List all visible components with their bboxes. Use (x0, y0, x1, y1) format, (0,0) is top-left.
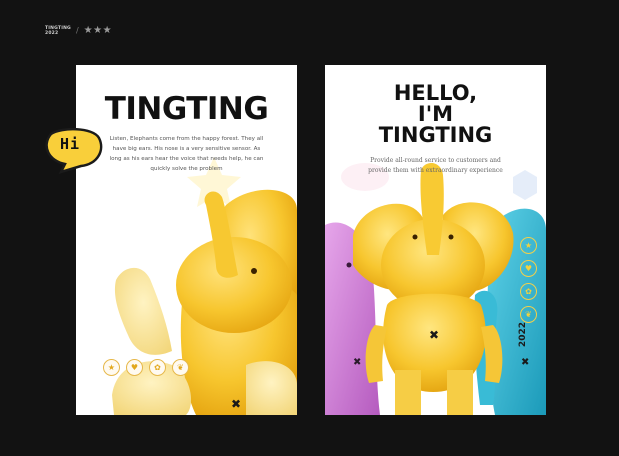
title-line: TINGTING (378, 123, 493, 147)
star-icon: ★ (520, 237, 537, 254)
heart-icon: ♥ (126, 359, 143, 376)
title-line: I'M (417, 102, 454, 126)
title-line: HELLO, (393, 81, 478, 105)
poster-right: ✖ ✖ ✖ HELLO, I'M TINGTING Provide all-ro… (325, 65, 546, 415)
brand-stars-icon: ★★★ (83, 25, 113, 36)
butterfly-icon: ❦ (172, 359, 189, 376)
brand-text: TINGTING 2022 (45, 26, 71, 36)
brand-year: 2022 (45, 30, 59, 36)
description-text: Provide all-round service to customers a… (368, 157, 503, 174)
svg-text:✖: ✖ (231, 397, 241, 411)
svg-text:✖: ✖ (429, 328, 439, 342)
feature-icons-vertical: ★ ♥ ✿ ❦ (520, 237, 537, 323)
svg-text:✖: ✖ (353, 357, 361, 368)
year-label: 2022 (518, 322, 528, 348)
brand-mark: TINGTING 2022 / ★★★ (45, 25, 112, 36)
brand-name: TINGTING (45, 25, 71, 31)
flower-icon: ✿ (520, 283, 537, 300)
bubble-text: Hi (59, 135, 81, 153)
poster-left: ✖ TINGTING Listen, Elephants come from t… (76, 65, 297, 415)
flower-icon: ✿ (149, 359, 166, 376)
page-title: HELLO, I'M TINGTING (325, 83, 546, 146)
svg-text:✖: ✖ (521, 357, 529, 368)
star-icon: ★ (103, 359, 120, 376)
brand-separator: / (75, 26, 79, 35)
butterfly-icon: ❦ (520, 306, 537, 323)
feature-icons: ★ ♥ ✿ ❦ (103, 359, 189, 376)
description-text: Listen, Elephants come from the happy fo… (109, 135, 264, 172)
heart-icon: ♥ (520, 260, 537, 277)
page-title: TINGTING (104, 91, 269, 127)
